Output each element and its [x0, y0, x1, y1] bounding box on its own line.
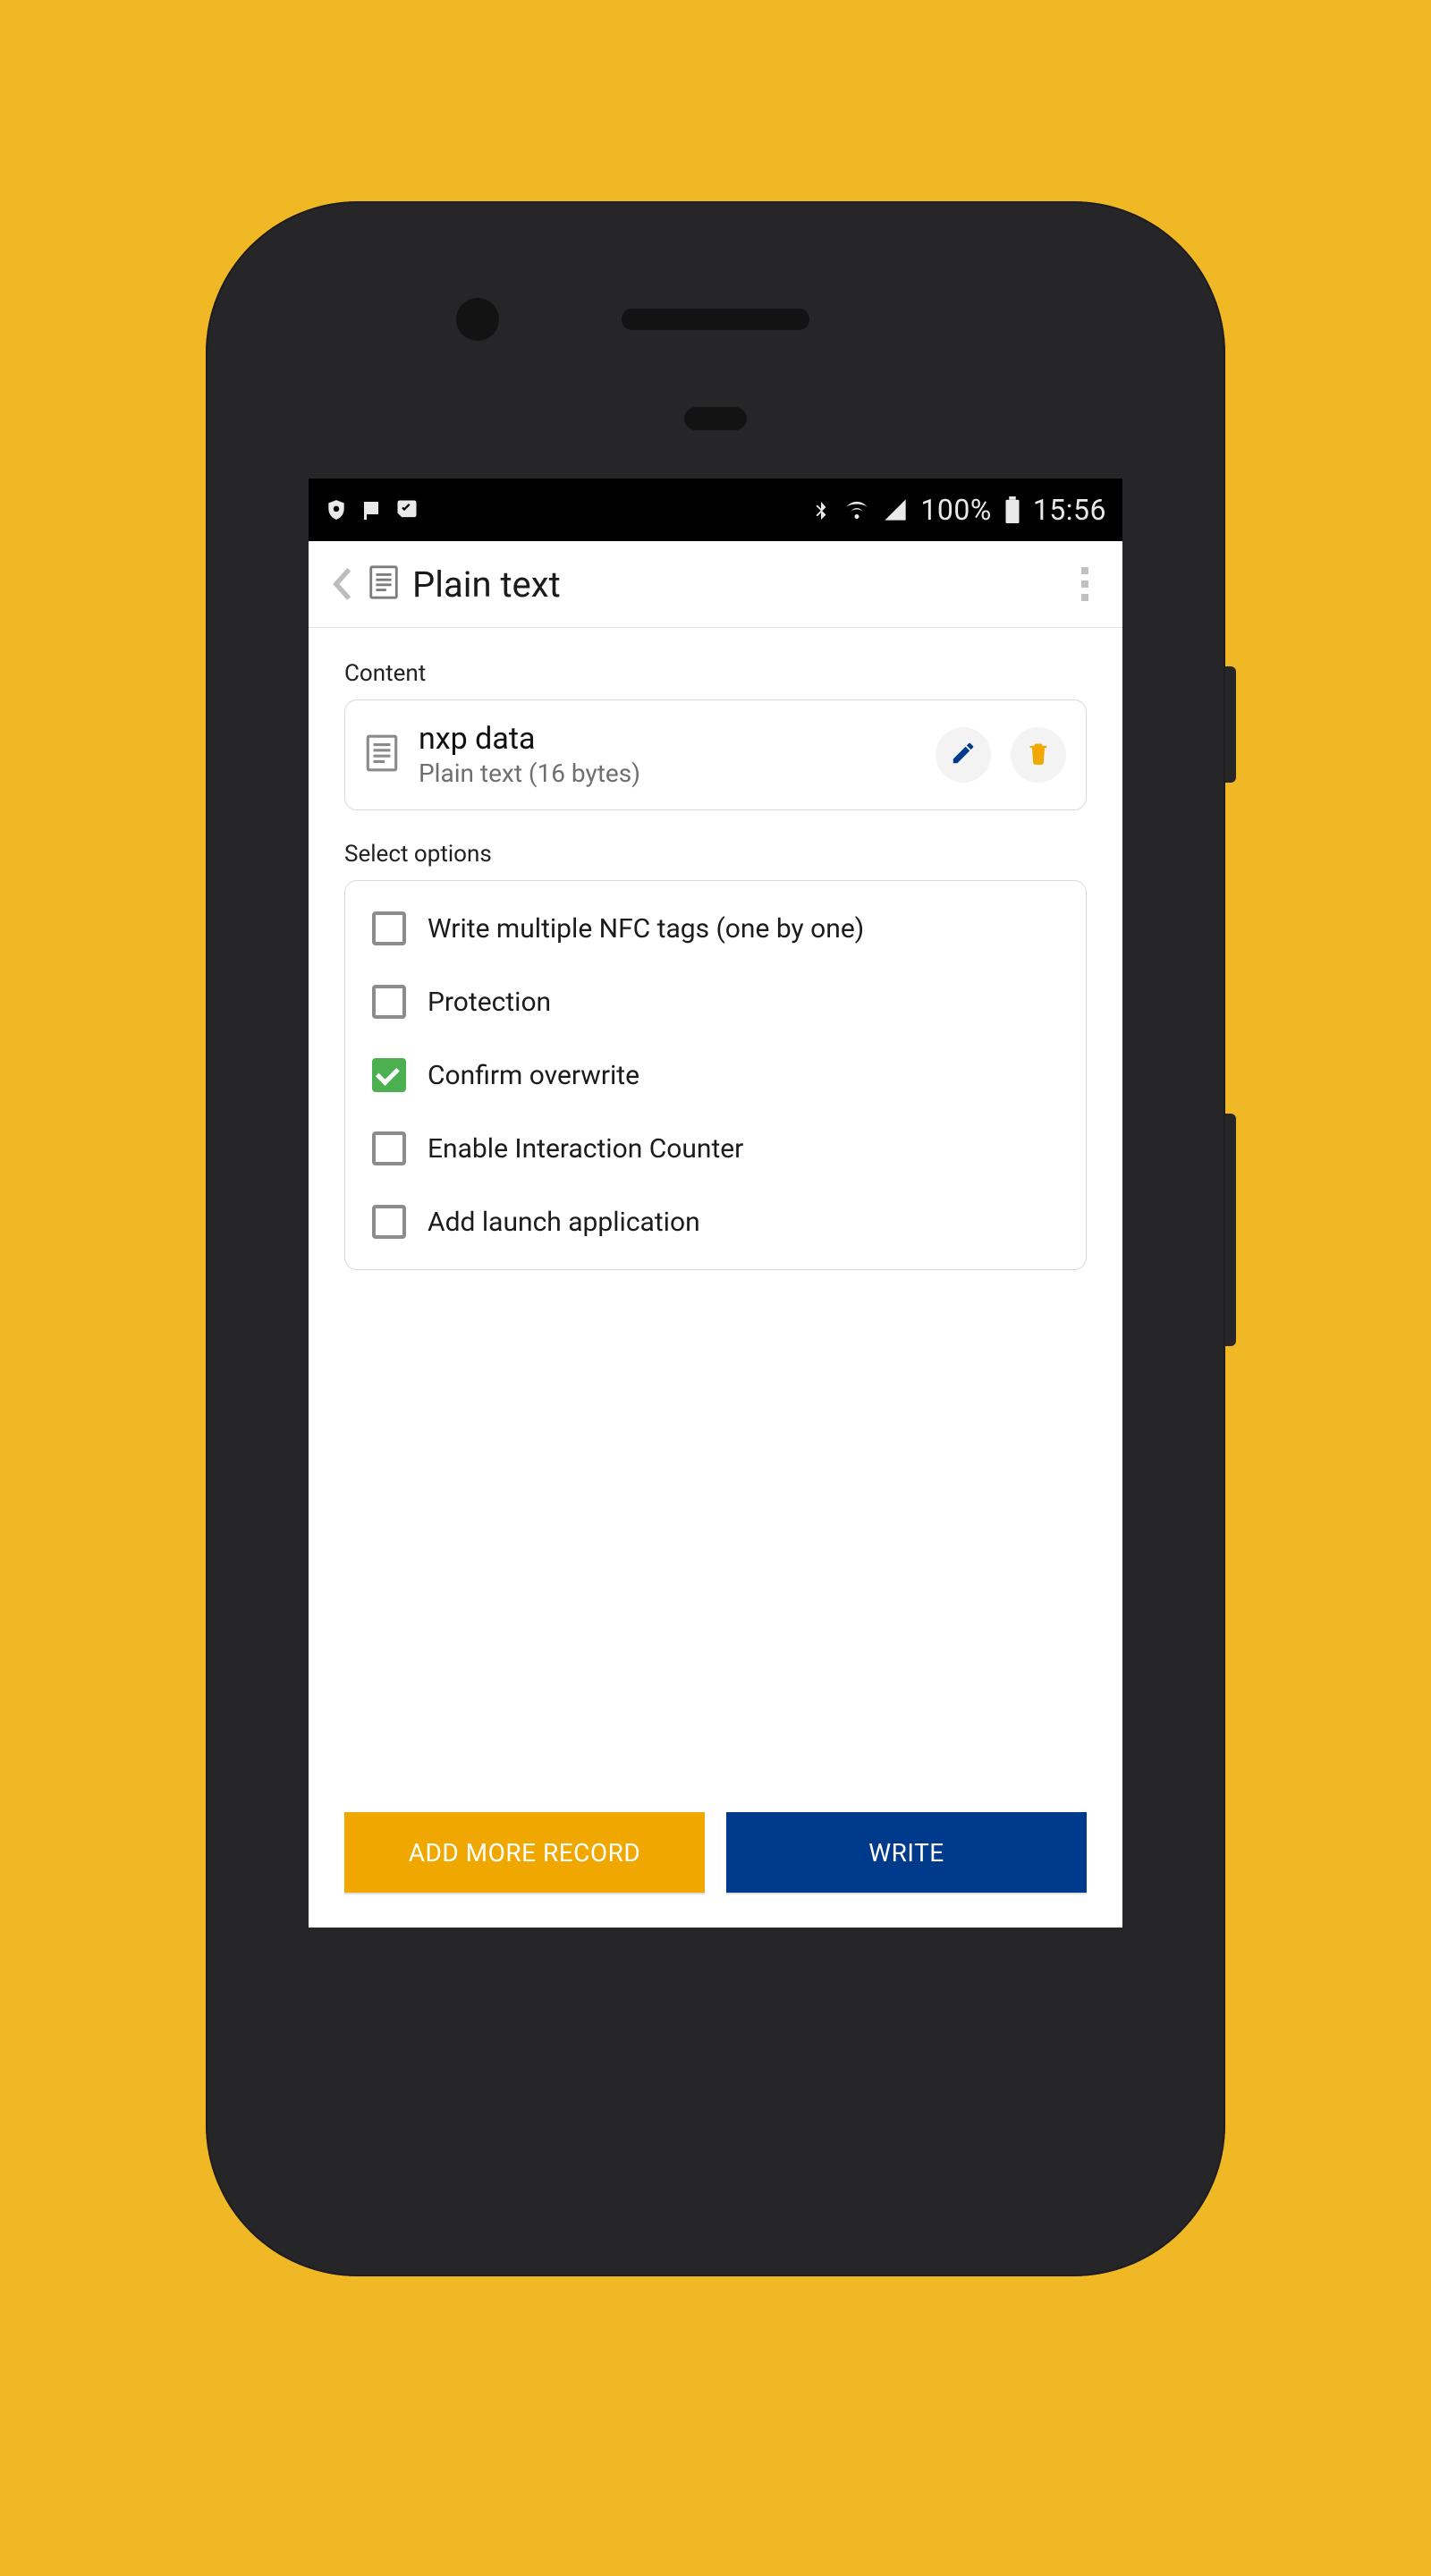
back-button[interactable] — [318, 568, 368, 600]
options-card: Write multiple NFC tags (one by one) Pro… — [344, 880, 1087, 1270]
option-label: Protection — [428, 987, 551, 1018]
button-label: WRITE — [868, 1838, 944, 1868]
wifi-icon — [843, 496, 870, 523]
add-more-record-button[interactable]: ADD MORE RECORD — [344, 1812, 705, 1893]
checkbox[interactable] — [372, 1131, 406, 1165]
option-label: Enable Interaction Counter — [428, 1133, 743, 1165]
checkbox[interactable] — [372, 1205, 406, 1239]
option-launch-app[interactable]: Add launch application — [345, 1185, 1086, 1258]
content-record-card: nxp data Plain text (16 bytes) — [344, 699, 1087, 810]
document-icon — [368, 564, 400, 604]
edit-button[interactable] — [936, 727, 991, 783]
options-section-label: Select options — [344, 841, 1087, 868]
signal-icon — [883, 497, 908, 522]
main-content: Content nxp data Plain text (16 bytes) — [309, 628, 1122, 1928]
checkbox[interactable] — [372, 985, 406, 1019]
pencil-icon — [950, 740, 977, 770]
phone-frame: 100% 15:56 Plain text — [206, 201, 1225, 2276]
document-icon — [365, 733, 399, 776]
side-button — [1225, 1114, 1236, 1346]
shield-icon — [325, 498, 348, 521]
flag-icon — [360, 499, 382, 521]
battery-icon — [1004, 496, 1020, 523]
trash-icon — [1026, 740, 1051, 770]
app-bar: Plain text — [309, 541, 1122, 628]
option-label: Write multiple NFC tags (one by one) — [428, 913, 864, 945]
screen: 100% 15:56 Plain text — [309, 479, 1122, 1928]
overflow-menu-icon[interactable] — [1063, 563, 1106, 606]
checkbox[interactable] — [372, 1058, 406, 1092]
record-title: nxp data — [419, 722, 916, 757]
content-section-label: Content — [344, 660, 1087, 687]
button-label: ADD MORE RECORD — [409, 1838, 641, 1868]
battery-pct: 100% — [920, 493, 991, 527]
option-confirm-overwrite[interactable]: Confirm overwrite — [345, 1038, 1086, 1112]
option-label: Add launch application — [428, 1207, 700, 1238]
status-bar: 100% 15:56 — [309, 479, 1122, 541]
side-button — [1225, 666, 1236, 783]
bottom-button-row: ADD MORE RECORD WRITE — [344, 1812, 1087, 1893]
delete-button[interactable] — [1011, 727, 1066, 783]
clock: 15:56 — [1033, 493, 1106, 527]
record-subtitle: Plain text (16 bytes) — [419, 758, 916, 788]
bluetooth-icon — [811, 496, 831, 523]
page-title: Plain text — [412, 564, 1063, 606]
download-done-icon — [394, 497, 419, 522]
option-label: Confirm overwrite — [428, 1060, 639, 1091]
checkbox[interactable] — [372, 911, 406, 945]
camera-dot — [456, 298, 499, 341]
option-multi-tags[interactable]: Write multiple NFC tags (one by one) — [345, 892, 1086, 965]
option-protection[interactable]: Protection — [345, 965, 1086, 1038]
write-button[interactable]: WRITE — [726, 1812, 1087, 1893]
proximity-sensor — [684, 407, 747, 430]
option-interaction-counter[interactable]: Enable Interaction Counter — [345, 1112, 1086, 1185]
